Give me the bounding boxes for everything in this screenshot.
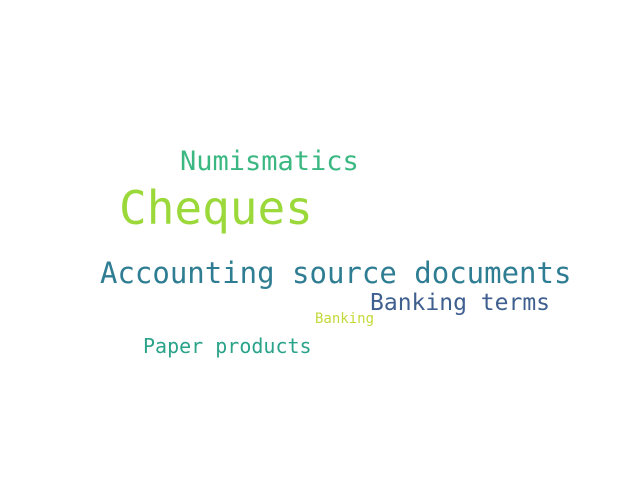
word-cheques: Cheques xyxy=(119,181,313,235)
word-paper-products: Paper products xyxy=(143,334,312,358)
word-numismatics: Numismatics xyxy=(180,146,359,177)
word-banking: Banking xyxy=(315,311,375,327)
word-accounting-source-documents: Accounting source documents xyxy=(100,256,572,290)
word-banking-terms: Banking terms xyxy=(370,290,551,316)
word-cloud: Numismatics Cheques Accounting source do… xyxy=(0,0,640,480)
